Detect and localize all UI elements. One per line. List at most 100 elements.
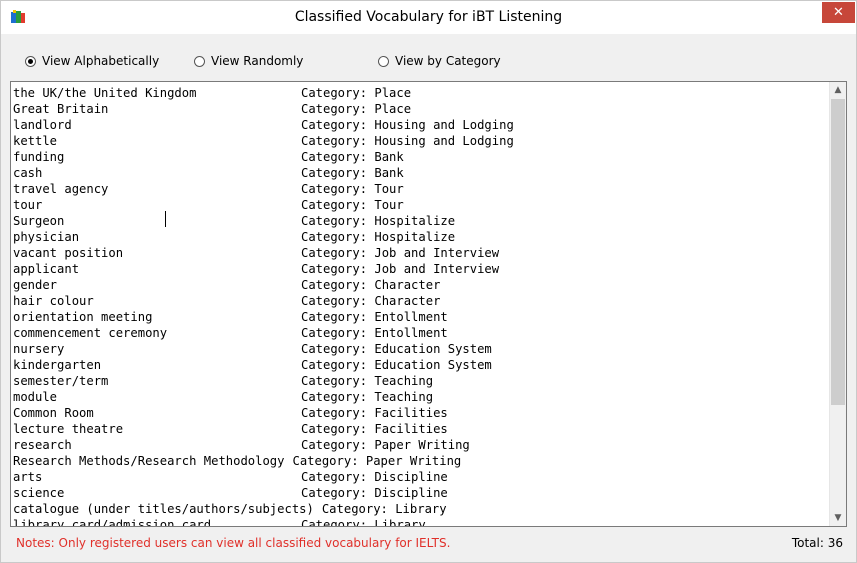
text-cursor	[165, 211, 166, 227]
list-item[interactable]: arts Category: Discipline	[13, 469, 828, 485]
radio-checked-icon	[25, 55, 36, 67]
radio-label: View Alphabetically	[42, 54, 160, 68]
vocab-term: cash	[13, 166, 43, 180]
vocab-term: vacant position	[13, 246, 124, 260]
vocab-category: Category: Education System	[301, 342, 492, 356]
vocab-category: Category: Place	[301, 86, 412, 100]
list-item[interactable]: tour Category: Tour	[13, 197, 828, 213]
list-item[interactable]: Common Room Category: Facilities	[13, 405, 828, 421]
vertical-scrollbar[interactable]: ▲ ▼	[829, 82, 846, 526]
vocab-category: Category: Character	[301, 294, 441, 308]
vocab-term: gender	[13, 278, 58, 292]
vocab-term: travel agency	[13, 182, 109, 196]
vocab-category: Category: Tour	[301, 198, 404, 212]
vocab-term: the UK/the United Kingdom	[13, 86, 197, 100]
list-item[interactable]: nursery Category: Education System	[13, 341, 828, 357]
vocab-category: Category: Library	[321, 502, 447, 516]
vocab-term: Great Britain	[13, 102, 109, 116]
vocab-category: Category: Entollment	[301, 326, 448, 340]
radio-label: View Randomly	[211, 54, 304, 68]
vocab-category: Category: Hospitalize	[301, 230, 456, 244]
status-bar: Notes: Only registered users can view al…	[10, 534, 847, 554]
list-item[interactable]: module Category: Teaching	[13, 389, 828, 405]
list-item[interactable]: cash Category: Bank	[13, 165, 828, 181]
app-window: Classified Vocabulary for iBT Listening …	[0, 0, 857, 563]
vocab-term: research	[13, 438, 72, 452]
vocab-category: Category: Paper Writing	[301, 438, 470, 452]
vocab-category: Category: Hospitalize	[301, 214, 456, 228]
close-icon: ✕	[833, 5, 844, 20]
list-item[interactable]: Research Methods/Research Methodology Cat…	[13, 453, 828, 469]
vocab-category: Category: Facilities	[301, 422, 448, 436]
vocab-category: Category: Tour	[301, 182, 404, 196]
vocab-term: semester/term	[13, 374, 109, 388]
list-item[interactable]: catalogue (under titles/authors/subjects…	[13, 501, 828, 517]
radio-view-randomly[interactable]: View Randomly	[194, 51, 303, 71]
vocab-term: funding	[13, 150, 65, 164]
window-title: Classified Vocabulary for iBT Listening	[294, 9, 563, 25]
list-item[interactable]: Surgeon Category: Hospitalize	[13, 213, 828, 229]
vocab-term: Common Room	[13, 406, 94, 420]
scroll-up-arrow-icon[interactable]: ▲	[830, 82, 846, 98]
list-item[interactable]: gender Category: Character	[13, 277, 828, 293]
vocab-category: Category: Job and Interview	[301, 262, 500, 276]
vocab-category: Category: Bank	[301, 166, 404, 180]
vocab-term: commencement ceremony	[13, 326, 168, 340]
list-item[interactable]: kettle Category: Housing and Lodging	[13, 133, 828, 149]
radio-view-alphabetically[interactable]: View Alphabetically	[25, 51, 159, 71]
list-item[interactable]: library card/admission card Category: Lib…	[13, 517, 828, 526]
list-item[interactable]: kindergarten Category: Education System	[13, 357, 828, 373]
list-item[interactable]: science Category: Discipline	[13, 485, 828, 501]
vocab-category: Category: Job and Interview	[301, 246, 500, 260]
vocab-category: Category: Character	[301, 278, 441, 292]
vocab-category: Category: Place	[301, 102, 412, 116]
vocab-term: landlord	[13, 118, 72, 132]
list-item[interactable]: the UK/the United Kingdom Category: Place	[13, 85, 828, 101]
vocab-term: orientation meeting	[13, 310, 153, 324]
list-item[interactable]: semester/term Category: Teaching	[13, 373, 828, 389]
title-bar: Classified Vocabulary for iBT Listening …	[1, 1, 856, 34]
vocab-category: Category: Teaching	[301, 390, 434, 404]
vocab-category: Category: Discipline	[301, 486, 448, 500]
vocab-category: Category: Teaching	[301, 374, 434, 388]
list-item[interactable]: funding Category: Bank	[13, 149, 828, 165]
list-item[interactable]: research Category: Paper Writing	[13, 437, 828, 453]
vocab-term: science	[13, 486, 65, 500]
list-item[interactable]: applicant Category: Job and Interview	[13, 261, 828, 277]
view-options: View Alphabetically View Randomly View b…	[1, 51, 856, 71]
vocab-term: library card/admission card	[13, 518, 212, 526]
list-item[interactable]: landlord Category: Housing and Lodging	[13, 117, 828, 133]
vocab-category: Category: Discipline	[301, 470, 448, 484]
list-item[interactable]: lecture theatre Category: Facilities	[13, 421, 828, 437]
vocab-term: Research Methods/Research Methodology	[13, 454, 285, 468]
list-item[interactable]: hair colour Category: Character	[13, 293, 828, 309]
vocab-term: lecture theatre	[13, 422, 124, 436]
close-button[interactable]: ✕	[822, 2, 855, 23]
radio-unchecked-icon	[194, 55, 205, 67]
list-item[interactable]: Great Britain Category: Place	[13, 101, 828, 117]
vocab-category: Category: Paper Writing	[292, 454, 462, 468]
scrollbar-thumb[interactable]	[831, 99, 845, 405]
vocab-category: Category: Housing and Lodging	[301, 134, 514, 148]
list-item[interactable]: vacant position Category: Job and Intervi…	[13, 245, 828, 261]
list-item[interactable]: travel agency Category: Tour	[13, 181, 828, 197]
vocab-term: kettle	[13, 134, 58, 148]
radio-label: View by Category	[395, 54, 501, 68]
vocab-category: Category: Bank	[301, 150, 404, 164]
vocab-term: physician	[13, 230, 80, 244]
radio-view-by-category[interactable]: View by Category	[378, 51, 501, 71]
total-count: Total: 36	[791, 536, 843, 550]
vocab-category: Category: Entollment	[301, 310, 448, 324]
vocab-term: arts	[13, 470, 43, 484]
list-item[interactable]: commencement ceremony Category: Entollmen…	[13, 325, 828, 341]
vocabulary-list[interactable]: the UK/the United Kingdom Category: Place…	[13, 85, 828, 526]
registration-notes: Notes: Only registered users can view al…	[16, 536, 451, 550]
vocab-term: hair colour	[13, 294, 94, 308]
list-item[interactable]: orientation meeting Category: Entollment	[13, 309, 828, 325]
vocab-term: tour	[13, 198, 43, 212]
list-item[interactable]: physician Category: Hospitalize	[13, 229, 828, 245]
scroll-down-arrow-icon[interactable]: ▼	[830, 510, 846, 526]
vocabulary-list-box[interactable]: the UK/the United Kingdom Category: Place…	[10, 81, 847, 527]
vocab-term: module	[13, 390, 58, 404]
vocab-category: Category: Education System	[301, 358, 492, 372]
